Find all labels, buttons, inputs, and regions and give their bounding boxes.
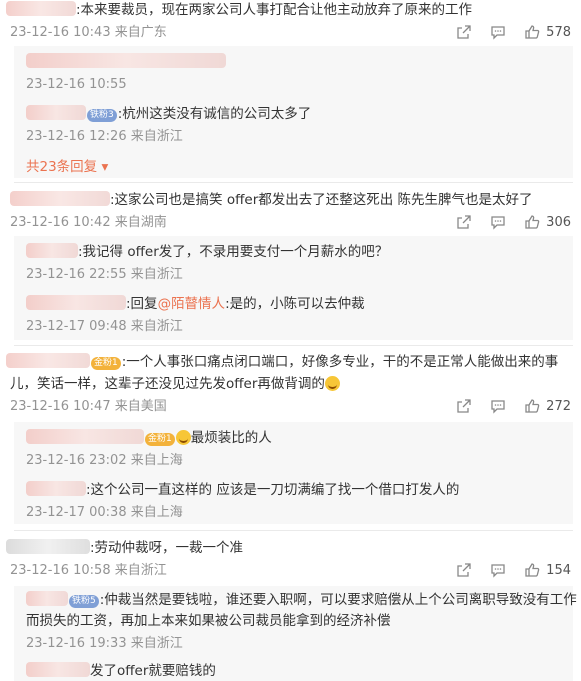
comment-4-actions: 154 xyxy=(438,562,571,578)
comment-2-actions: 306 xyxy=(438,214,571,230)
like-count: 578 xyxy=(546,24,571,40)
like-count: 154 xyxy=(546,562,571,578)
comment-icon xyxy=(491,216,505,230)
username-redacted[interactable] xyxy=(26,481,86,496)
comment-button[interactable] xyxy=(490,24,506,40)
username-redacted[interactable] xyxy=(26,662,90,677)
like-button[interactable]: 578 xyxy=(524,24,571,40)
laugh-emoji-icon xyxy=(175,430,191,445)
comment-button[interactable] xyxy=(490,214,506,230)
chevron-down-icon: ▾ xyxy=(97,159,109,175)
thumbs-up-icon xyxy=(525,563,540,577)
reply-1-1-time: 23-12-16 10:55 xyxy=(26,77,127,92)
reply-2-2-time: 23-12-17 09:48 来自浙江 xyxy=(26,319,183,334)
share-icon xyxy=(457,215,471,229)
reply-1-2-time: 23-12-16 12:26 来自浙江 xyxy=(26,129,183,144)
fan-badge: 铁粉5 xyxy=(69,595,99,608)
divider xyxy=(14,345,573,346)
like-button[interactable]: 154 xyxy=(524,562,571,578)
reply-4-2-text: 发了offer就要赔钱的 xyxy=(26,661,581,681)
like-button[interactable]: 272 xyxy=(524,398,571,414)
more-replies-link[interactable]: 共23条回复 ▾ xyxy=(26,155,581,175)
fan-badge: 铁粉3 xyxy=(87,109,117,122)
username-redacted[interactable] xyxy=(26,105,86,120)
like-button[interactable]: 306 xyxy=(524,214,571,230)
share-button[interactable] xyxy=(456,398,472,414)
reply-1-1-text xyxy=(26,52,581,72)
reply-2-2-text: :回复@陌瞽情人:是的，小陈可以去仲裁 xyxy=(26,294,581,314)
comment-button[interactable] xyxy=(490,562,506,578)
share-button[interactable] xyxy=(456,562,472,578)
divider xyxy=(14,530,573,531)
fan-badge: 金粉1 xyxy=(91,357,121,370)
redacted-content xyxy=(26,53,226,68)
comment-icon xyxy=(491,564,505,578)
comment-4-text: :劳动仲裁呀，一裁一个准 xyxy=(6,538,581,558)
reply-3-2-time: 23-12-17 00:38 来自上海 xyxy=(26,505,183,520)
mention-link[interactable]: @陌瞽情人 xyxy=(158,296,226,312)
reply-2-1-time: 23-12-16 22:55 来自浙江 xyxy=(26,267,183,282)
reply-4-1-time: 23-12-16 19:33 来自浙江 xyxy=(26,636,183,651)
share-icon xyxy=(457,563,471,577)
comment-2-text: :这家公司也是搞笑 offer都发出去了还整这死出 陈先生脾气也是太好了 xyxy=(10,190,581,210)
username-redacted[interactable] xyxy=(26,243,78,258)
reply-4-1-text-line1: 铁粉5:仲裁当然是要钱啦，谁还要入职啊，可以要求赔偿从上个公司离职导致没有工作 xyxy=(26,590,581,610)
comment-3-text-line1: 金粉1:一个人事张口痛点闭口端口，好像多专业，干的不是正常人能做出来的事 xyxy=(6,352,581,372)
comment-button[interactable] xyxy=(490,398,506,414)
thumbs-up-icon xyxy=(525,215,540,229)
username-redacted[interactable] xyxy=(26,429,144,444)
reply-4-1-text-line2: 而损失的工资，再加上本来如果被公司裁员能拿到的经济补偿 xyxy=(26,613,391,629)
comment-icon xyxy=(491,400,505,414)
username-redacted[interactable] xyxy=(10,191,110,206)
username-redacted[interactable] xyxy=(6,539,90,554)
reply-3-1-text: 金粉1 最烦装比的人 xyxy=(26,428,581,448)
laugh-emoji-icon xyxy=(324,376,340,391)
comment-3-text-line2: 儿，笑话一样，这辈子还没见过先发offer再做背调的 xyxy=(10,374,581,394)
reply-2-1-text: :我记得 offer发了，不录用要支付一个月薪水的吧？ xyxy=(26,242,581,262)
username-redacted[interactable] xyxy=(6,353,90,368)
share-button[interactable] xyxy=(456,24,472,40)
share-icon xyxy=(457,25,471,39)
comment-3-actions: 272 xyxy=(438,398,571,414)
comment-icon xyxy=(491,26,505,40)
comment-1-text: :本来要裁员，现在两家公司人事打配合让他主动放弃了原来的工作 xyxy=(6,0,581,20)
username-redacted[interactable] xyxy=(26,295,126,310)
reply-3-2-text: :这个公司一直这样的 应该是一刀切满编了找一个借口打发人的 xyxy=(26,480,581,500)
like-count: 272 xyxy=(546,398,571,414)
comment-1-actions: 578 xyxy=(438,24,571,40)
like-count: 306 xyxy=(546,214,571,230)
reply-3-1-time: 23-12-16 23:02 来自上海 xyxy=(26,453,183,468)
share-icon xyxy=(457,399,471,413)
divider xyxy=(14,182,573,183)
thumbs-up-icon xyxy=(525,399,540,413)
thumbs-up-icon xyxy=(525,25,540,39)
fan-badge: 金粉1 xyxy=(145,433,175,446)
reply-1-2-text: 铁粉3:杭州这类没有诚信的公司太多了 xyxy=(26,104,581,124)
share-button[interactable] xyxy=(456,214,472,230)
username-redacted[interactable] xyxy=(26,591,68,606)
username-redacted[interactable] xyxy=(6,1,76,16)
